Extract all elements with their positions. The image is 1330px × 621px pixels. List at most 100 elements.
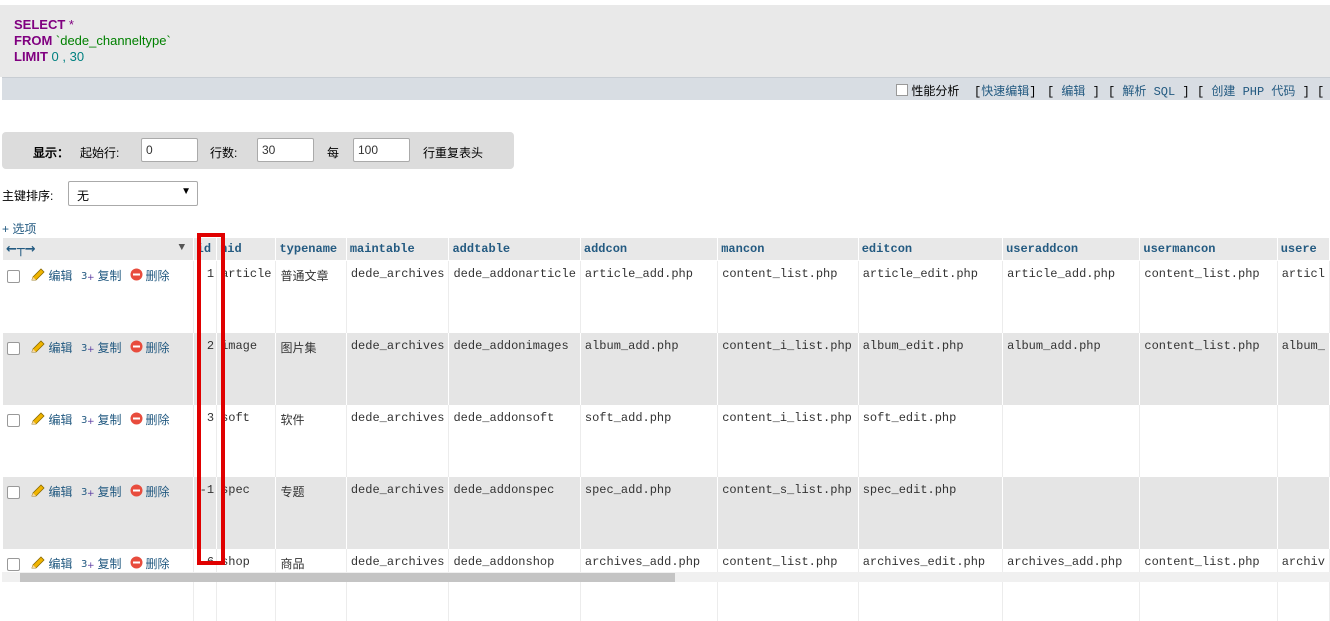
- create-php-link[interactable]: 创建 PHP 代码: [1211, 85, 1295, 99]
- cell-useraddcon[interactable]: [1002, 477, 1141, 549]
- sort-arrow-icon[interactable]: ▼: [179, 242, 186, 254]
- column-header-usere[interactable]: usere: [1276, 237, 1330, 261]
- cell-nid[interactable]: image: [216, 333, 277, 405]
- column-header-maintable[interactable]: maintable: [345, 237, 450, 261]
- cell-mancon[interactable]: content_list.php: [717, 260, 859, 333]
- sql-toolbar: 性能分析 [快速编辑] [ 编辑 ] [ 解析 SQL ] [ 创建 PHP 代…: [2, 77, 1330, 100]
- column-header-typename[interactable]: typename: [275, 237, 347, 261]
- column-header-addtable[interactable]: addtable: [448, 237, 581, 261]
- cell-useraddcon[interactable]: [1002, 405, 1141, 477]
- edit-row-link[interactable]: 编辑: [49, 558, 73, 572]
- column-arrows-icon[interactable]: ←┬→: [6, 242, 36, 257]
- cell-editcon[interactable]: archives_edit.php: [858, 549, 1004, 621]
- row-checkbox[interactable]: [6, 270, 20, 284]
- delete-row-link[interactable]: 删除: [146, 558, 170, 572]
- column-header-useraddcon[interactable]: useraddcon: [1002, 237, 1141, 261]
- delete-row-link[interactable]: 删除: [146, 486, 170, 500]
- delete-row-link[interactable]: 删除: [146, 414, 170, 428]
- cell-maintable[interactable]: dede_archives: [346, 477, 450, 549]
- cell-mancon[interactable]: content_s_list.php: [717, 477, 859, 549]
- cell-useraddcon[interactable]: article_add.php: [1002, 260, 1141, 333]
- cell-usere[interactable]: album_: [1277, 333, 1330, 405]
- sort-by-key-select[interactable]: 无 ▼: [68, 181, 198, 206]
- cell-editcon[interactable]: album_edit.php: [858, 333, 1004, 405]
- copy-row-link[interactable]: 复制: [98, 414, 122, 428]
- column-header-mancon[interactable]: mancon: [717, 237, 859, 261]
- id-column-highlight: [197, 233, 225, 565]
- edit-sql-link[interactable]: 编辑: [1061, 85, 1085, 99]
- cell-addcon[interactable]: album_add.php: [580, 333, 719, 405]
- pencil-icon: [30, 268, 46, 286]
- cell-addtable[interactable]: dede_addonimages: [448, 333, 581, 405]
- cell-nid[interactable]: article: [216, 260, 277, 333]
- cell-useraddcon[interactable]: archives_add.php: [1002, 549, 1141, 621]
- cell-maintable[interactable]: dede_archives: [346, 333, 450, 405]
- cell-typename[interactable]: 商品: [275, 549, 347, 621]
- cell-usere[interactable]: [1277, 405, 1330, 477]
- cell-addtable[interactable]: dede_addonsoft: [448, 405, 581, 477]
- cell-addcon[interactable]: spec_add.php: [580, 477, 719, 549]
- cell-usermancon[interactable]: [1139, 477, 1278, 549]
- copy-row-link[interactable]: 复制: [98, 486, 122, 500]
- horizontal-scrollbar-thumb[interactable]: [20, 573, 675, 582]
- cell-mancon[interactable]: content_i_list.php: [717, 405, 859, 477]
- cell-typename[interactable]: 专题: [275, 477, 347, 549]
- delete-row-link[interactable]: 删除: [146, 342, 170, 356]
- cell-usermancon[interactable]: content_list.php: [1139, 260, 1278, 333]
- cell-usere[interactable]: articl: [1277, 260, 1330, 333]
- edit-row-link[interactable]: 编辑: [49, 486, 73, 500]
- cell-mancon[interactable]: content_list.php: [717, 549, 859, 621]
- edit-row-link[interactable]: 编辑: [49, 270, 73, 284]
- cell-addcon[interactable]: soft_add.php: [580, 405, 719, 477]
- row-checkbox[interactable]: [6, 414, 20, 428]
- cell-usermancon[interactable]: content_list.php: [1139, 333, 1278, 405]
- cell-maintable[interactable]: dede_archives: [346, 549, 450, 621]
- cell-editcon[interactable]: article_edit.php: [858, 260, 1004, 333]
- rows-input[interactable]: [257, 138, 314, 162]
- cell-addtable[interactable]: dede_addonspec: [448, 477, 581, 549]
- profiling-toggle[interactable]: 性能分析: [896, 82, 959, 99]
- cell-nid[interactable]: spec: [216, 477, 277, 549]
- cell-editcon[interactable]: spec_edit.php: [858, 477, 1004, 549]
- explain-sql-link[interactable]: 解析 SQL: [1122, 85, 1175, 99]
- column-header-usermancon[interactable]: usermancon: [1139, 237, 1278, 261]
- cell-typename[interactable]: 图片集: [275, 333, 347, 405]
- copy-row-link[interactable]: 复制: [98, 558, 122, 572]
- cell-typename[interactable]: 普通文章: [275, 260, 347, 333]
- profiling-checkbox[interactable]: [896, 84, 908, 96]
- cell-addtable[interactable]: dede_addonarticle: [448, 260, 581, 333]
- column-header-nid[interactable]: nid: [216, 237, 277, 261]
- edit-row-link[interactable]: 编辑: [49, 342, 73, 356]
- options-link[interactable]: + 选项: [2, 220, 36, 237]
- repeat-header-input[interactable]: [353, 138, 410, 162]
- column-header-addcon[interactable]: addcon: [579, 237, 719, 261]
- svg-text:+c: +c: [87, 273, 95, 282]
- edit-row-link[interactable]: 编辑: [49, 414, 73, 428]
- row-checkbox[interactable]: [6, 486, 20, 500]
- cell-maintable[interactable]: dede_archives: [346, 405, 450, 477]
- copy-row-link[interactable]: 复制: [98, 270, 122, 284]
- cell-addcon[interactable]: article_add.php: [580, 260, 719, 333]
- cell-addtable[interactable]: dede_addonshop: [448, 549, 581, 621]
- delete-icon: [130, 484, 143, 501]
- quick-edit-link[interactable]: 快速编辑: [981, 85, 1029, 99]
- svg-text:+c: +c: [87, 489, 95, 498]
- start-row-input[interactable]: [141, 138, 198, 162]
- column-header-editcon[interactable]: editcon: [857, 237, 1004, 261]
- cell-usermancon[interactable]: [1139, 405, 1278, 477]
- delete-row-link[interactable]: 删除: [146, 270, 170, 284]
- cell-usermancon[interactable]: content_list.php: [1139, 549, 1278, 621]
- cell-nid[interactable]: shop: [216, 549, 277, 621]
- cell-usere[interactable]: archiv: [1277, 549, 1330, 621]
- cell-nid[interactable]: soft: [216, 405, 277, 477]
- cell-typename[interactable]: 软件: [275, 405, 347, 477]
- cell-useraddcon[interactable]: album_add.php: [1002, 333, 1141, 405]
- cell-editcon[interactable]: soft_edit.php: [858, 405, 1004, 477]
- cell-addcon[interactable]: archives_add.php: [580, 549, 719, 621]
- copy-row-link[interactable]: 复制: [98, 342, 122, 356]
- row-checkbox[interactable]: [6, 342, 20, 356]
- row-checkbox[interactable]: [6, 558, 20, 572]
- cell-maintable[interactable]: dede_archives: [346, 260, 450, 333]
- cell-usere[interactable]: [1277, 477, 1330, 549]
- cell-mancon[interactable]: content_i_list.php: [717, 333, 859, 405]
